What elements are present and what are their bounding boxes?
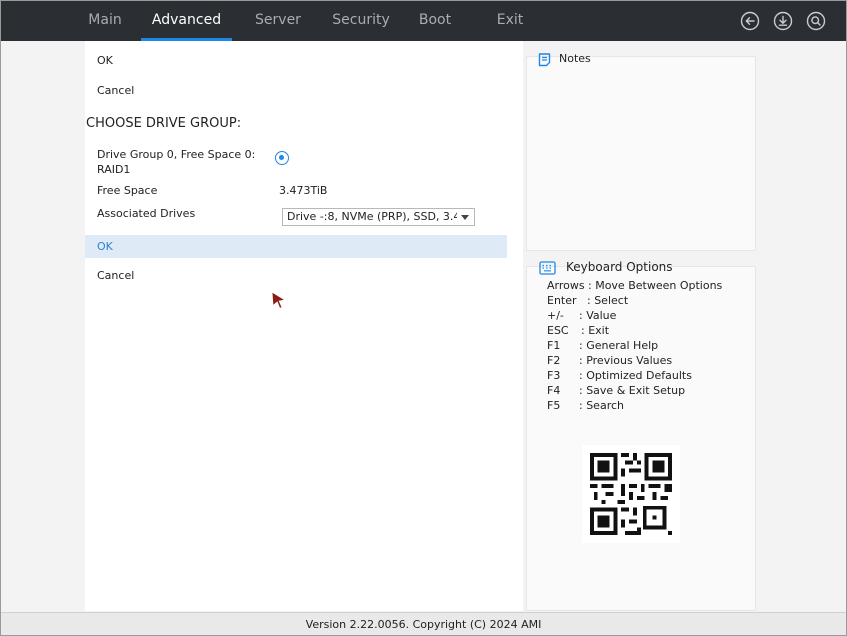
kb-key: ESC — [547, 324, 569, 337]
download-icon[interactable] — [773, 11, 793, 31]
keyboard-icon — [539, 261, 556, 275]
kb-key: +/- — [547, 309, 564, 322]
cancel-top-button[interactable]: Cancel — [97, 84, 134, 97]
cancel-bottom-button[interactable]: Cancel — [97, 269, 134, 282]
ok-button-selected[interactable]: OK — [85, 235, 507, 258]
kb-key: F5 — [547, 399, 561, 412]
kb-desc: : Search — [579, 399, 624, 412]
back-icon[interactable] — [740, 11, 760, 31]
kb-desc: : Move Between Options — [588, 279, 723, 292]
drive-group-radio[interactable] — [275, 151, 289, 165]
kb-desc: : General Help — [579, 339, 659, 352]
ok-button-label: OK — [97, 240, 113, 253]
keyboard-options-panel: Keyboard Options Arrows: Move Between Op… — [526, 260, 756, 611]
tab-advanced[interactable]: Advanced — [141, 1, 232, 41]
associated-drives-label: Associated Drives — [97, 207, 196, 220]
page-title: CHOOSE DRIVE GROUP: — [86, 116, 242, 131]
kb-desc: : Previous Values — [579, 354, 673, 367]
free-space-value: 3.473TiB — [279, 184, 328, 197]
kb-key: F2 — [547, 354, 561, 367]
footer-version: Version 2.22.0056. Copyright (C) 2024 AM… — [1, 612, 846, 635]
associated-drives-select[interactable]: Drive -:8, NVMe (PRP), SSD, 3.49 — [282, 208, 475, 226]
tab-security[interactable]: Security — [325, 1, 397, 41]
notes-panel: Notes — [526, 52, 756, 251]
qr-code-image — [582, 445, 680, 543]
kb-key: Arrows — [547, 279, 585, 292]
kb-desc: : Value — [579, 309, 617, 322]
kb-desc: : Optimized Defaults — [579, 369, 692, 382]
search-icon[interactable] — [806, 11, 826, 31]
kb-key: F3 — [547, 369, 561, 382]
kb-key: F1 — [547, 339, 561, 352]
kb-desc: : Save & Exit Setup — [579, 384, 686, 397]
tab-main[interactable]: Main — [75, 1, 135, 41]
drive-group-raid-label: RAID1 — [97, 163, 131, 176]
kb-desc: : Exit — [581, 324, 610, 337]
tab-boot[interactable]: Boot — [409, 1, 461, 41]
tab-exit[interactable]: Exit — [486, 1, 534, 41]
notes-title: Notes — [559, 52, 591, 65]
keyboard-options-title: Keyboard Options — [566, 260, 673, 274]
kb-key: F4 — [547, 384, 561, 397]
associated-drives-value: Drive -:8, NVMe (PRP), SSD, 3.49 — [287, 210, 457, 223]
ok-top-button[interactable]: OK — [97, 54, 113, 67]
mouse-pointer-icon — [271, 291, 287, 309]
notes-icon — [538, 53, 551, 67]
radio-selected-dot — [279, 155, 284, 160]
kb-key: Enter — [547, 294, 577, 307]
chevron-down-icon — [461, 215, 469, 220]
bios-window: Main Advanced Server Security Boot Exit … — [0, 0, 847, 636]
kb-desc: : Select — [587, 294, 629, 307]
top-nav: Main Advanced Server Security Boot Exit — [1, 1, 846, 41]
free-space-label: Free Space — [97, 184, 158, 197]
main-panel: OK Cancel CHOOSE DRIVE GROUP: Drive Grou… — [85, 41, 523, 611]
tab-server[interactable]: Server — [247, 1, 309, 41]
drive-group-label: Drive Group 0, Free Space 0: — [97, 148, 256, 161]
